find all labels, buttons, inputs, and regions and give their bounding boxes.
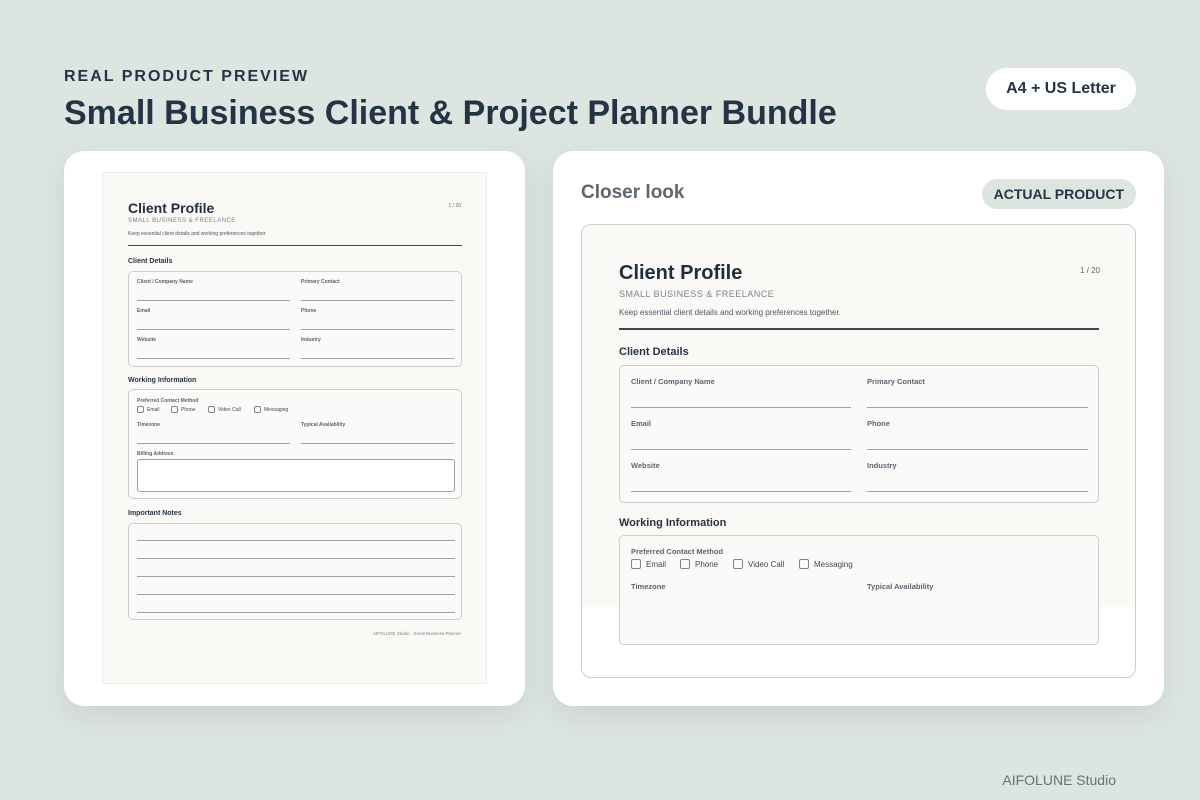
field-label: Primary Contact: [867, 377, 925, 386]
field-line: [301, 358, 454, 359]
contact-method-label: Preferred Contact Method: [137, 398, 199, 404]
checkbox-box: [733, 559, 743, 569]
field-label: Email: [631, 419, 652, 428]
checkbox-label: Email: [147, 406, 160, 413]
notes-box: [128, 523, 462, 620]
field-line: [137, 358, 290, 359]
note-line: [137, 612, 455, 613]
field-line: [867, 449, 1088, 450]
field-line: [301, 443, 454, 444]
field-label: Industry: [301, 337, 321, 343]
working-info-box: Preferred Contact Method Email Phone Vid…: [128, 389, 462, 499]
field-label: Industry: [867, 461, 897, 470]
checkbox-box: [799, 559, 809, 569]
section-heading-notes: Important Notes: [128, 510, 182, 517]
checkbox-box: [254, 406, 261, 413]
note-line: [137, 540, 455, 541]
doc-footer: AIFOLUNE Studio · Small Business Planner: [372, 631, 461, 636]
checkbox-box: [208, 406, 215, 413]
eyebrow-label: REAL PRODUCT PREVIEW: [64, 68, 310, 85]
client-details-box: Client / Company Name Primary Contact Em…: [619, 365, 1099, 503]
checkbox-label: Video Call: [748, 559, 785, 569]
page-title: Small Business Client & Project Planner …: [64, 94, 837, 132]
field-label: Email: [137, 308, 151, 314]
doc-description: Keep essential client details and workin…: [128, 231, 267, 237]
field-label: Website: [631, 461, 660, 470]
checkbox-label: Messaging: [814, 559, 853, 569]
checkbox-email: Email: [631, 559, 666, 569]
doc-divider: [128, 245, 462, 246]
closer-look-card: Closer look ACTUAL PRODUCT Client Profil…: [553, 151, 1164, 706]
checkbox-video-call: Video Call: [208, 406, 241, 413]
field-line: [301, 329, 454, 330]
note-line: [137, 594, 455, 595]
section-heading-working-info: Working Information: [128, 377, 197, 384]
checkbox-label: Messaging: [264, 406, 289, 413]
doc-subtitle: SMALL BUSINESS & FREELANCE: [128, 218, 236, 224]
zoom-frame: Client Profile 1 / 20 SMALL BUSINESS & F…: [581, 224, 1136, 678]
checkbox-messaging: Messaging: [254, 406, 288, 413]
field-line: [867, 491, 1088, 492]
field-line: [137, 443, 290, 444]
checkbox-label: Email: [646, 559, 667, 569]
doc-subtitle: SMALL BUSINESS & FREELANCE: [619, 289, 775, 299]
doc-title: Client Profile: [128, 200, 215, 216]
checkbox-box: [171, 406, 178, 413]
format-badge: A4 + US Letter: [986, 68, 1136, 110]
checkbox-label: Phone: [181, 406, 196, 413]
checkbox-video-call: Video Call: [733, 559, 784, 569]
checkbox-email: Email: [137, 406, 160, 413]
doc-divider: [619, 328, 1099, 330]
closer-look-label: Closer look: [581, 182, 685, 203]
actual-product-badge: ACTUAL PRODUCT: [981, 179, 1136, 209]
field-label: Typical Availability: [867, 582, 934, 591]
field-line: [867, 407, 1088, 408]
checkbox-box: [631, 559, 641, 569]
document-page-small: Client Profile 1 / 20 SMALL BUSINESS & F…: [102, 172, 487, 684]
checkbox-label: Video Call: [218, 406, 241, 413]
field-label: Website: [137, 337, 157, 343]
field-line: [631, 491, 851, 492]
field-label: Timezone: [631, 582, 666, 591]
billing-label: Billing Address: [137, 451, 174, 457]
studio-name: AIFOLUNE Studio: [1002, 772, 1116, 788]
field-label: Client / Company Name: [631, 377, 715, 386]
checkbox-label: Phone: [695, 559, 719, 569]
billing-address-area: [137, 459, 455, 492]
doc-description: Keep essential client details and workin…: [619, 308, 841, 317]
note-line: [137, 576, 455, 577]
checkbox-messaging: Messaging: [799, 559, 853, 569]
checkbox-box: [680, 559, 690, 569]
full-page-preview-card: Client Profile 1 / 20 SMALL BUSINESS & F…: [64, 151, 525, 706]
section-heading-client-details: Client Details: [128, 258, 173, 265]
field-line: [301, 300, 454, 301]
field-line: [137, 329, 290, 330]
note-line: [137, 558, 455, 559]
doc-title: Client Profile: [619, 262, 743, 284]
working-info-box: Preferred Contact Method Email Phone Vid…: [619, 535, 1099, 645]
doc-page-indicator: 1 / 20: [448, 203, 461, 209]
field-label: Client / Company Name: [137, 279, 193, 285]
section-heading-client-details: Client Details: [619, 346, 689, 358]
doc-page-indicator: 1 / 20: [1079, 266, 1100, 275]
contact-method-label: Preferred Contact Method: [631, 547, 724, 556]
field-label: Typical Availability: [301, 422, 346, 428]
field-label: Timezone: [137, 422, 160, 428]
field-line: [631, 407, 851, 408]
checkbox-phone: Phone: [171, 406, 195, 413]
field-label: Primary Contact: [301, 279, 340, 285]
field-label: Phone: [867, 419, 890, 428]
field-label: Phone: [301, 308, 317, 314]
section-heading-working-info: Working Information: [619, 517, 727, 529]
checkbox-box: [137, 406, 144, 413]
document-page-zoomed: Client Profile 1 / 20 SMALL BUSINESS & F…: [582, 225, 1135, 645]
field-line: [631, 449, 851, 450]
checkbox-phone: Phone: [680, 559, 718, 569]
client-details-box: Client / Company Name Primary Contact Em…: [128, 271, 462, 367]
field-line: [137, 300, 290, 301]
